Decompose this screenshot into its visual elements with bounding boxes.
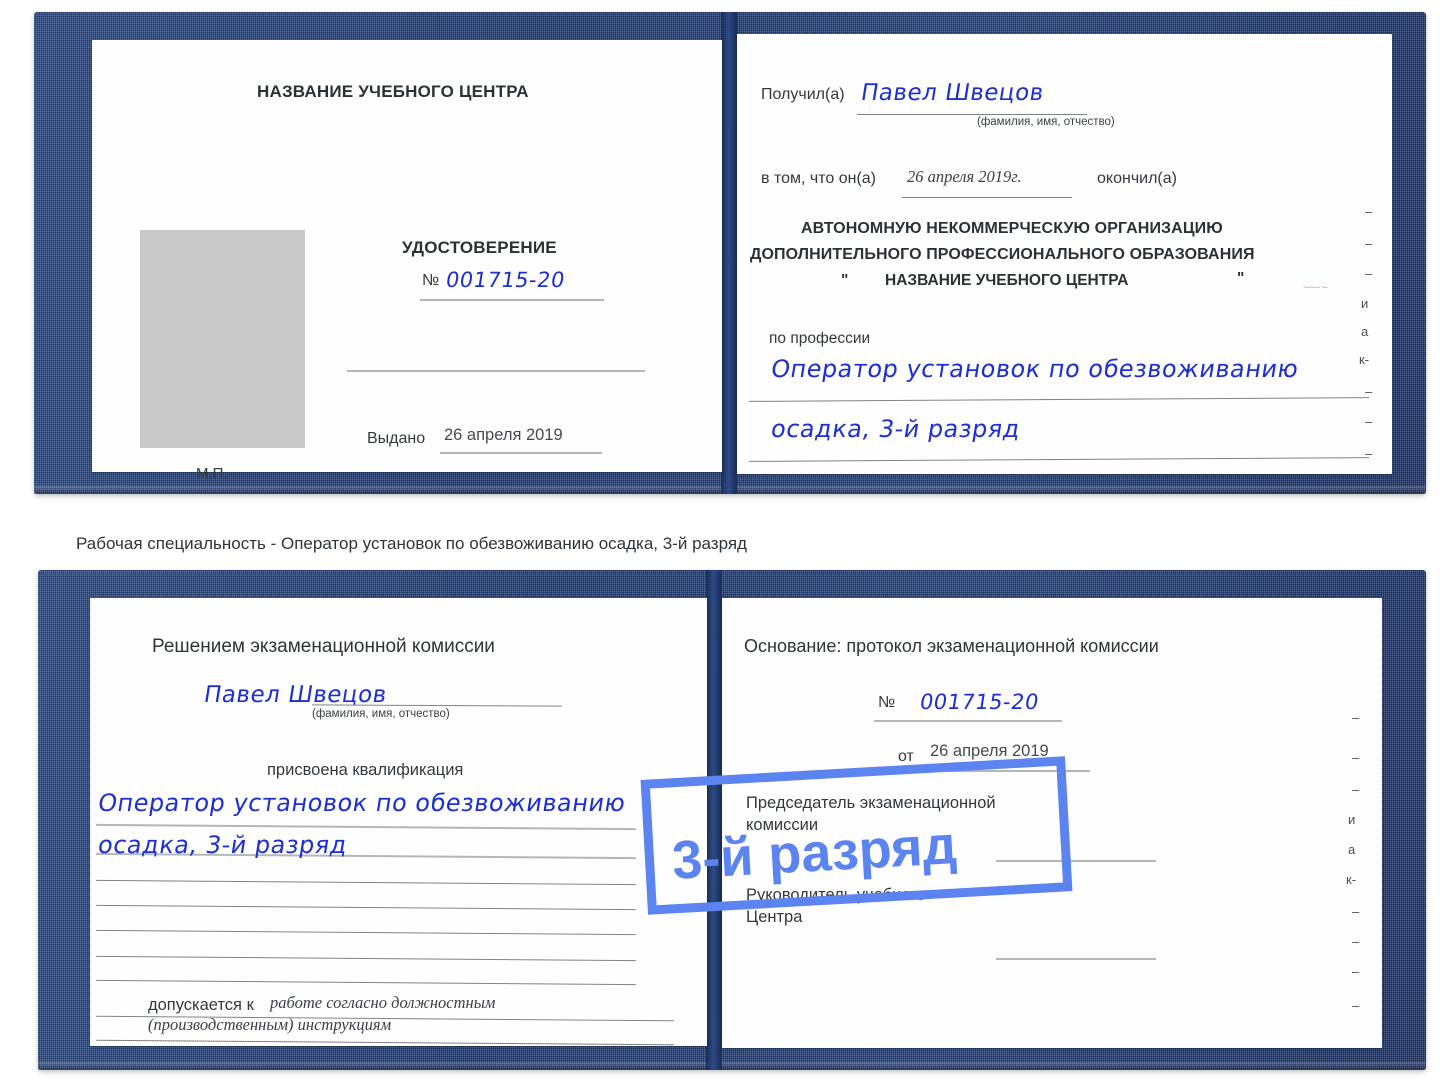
certificate-top-left-page: НАЗВАНИЕ УЧЕБНОГО ЦЕНТРА УДОСТОВЕРЕНИЕ №… (92, 40, 722, 482)
protocol-number-rule (874, 720, 1062, 722)
blank-line-2 (96, 904, 636, 911)
qual-rule-1 (96, 823, 636, 831)
blank-line-1 (96, 879, 636, 886)
decision-title: Решением экзаменационной комиссии (152, 636, 495, 657)
head-line-2: Центра (746, 908, 803, 926)
blank-rule-1 (347, 370, 645, 372)
head-signature-rule (996, 958, 1156, 960)
protocol-from-label: от (898, 748, 914, 765)
profession-rule-1 (749, 397, 1369, 402)
admitted-rule-2 (96, 1039, 674, 1046)
issued-value: 26 апреля 2019 (444, 426, 563, 444)
blank-line-3 (96, 929, 636, 936)
caption-text: Рабочая специальность - Оператор установ… (76, 534, 747, 553)
completion-date: 26 апреля 2019г. (907, 167, 1022, 186)
qualification-line-2: осадка, 3-й разряд (96, 831, 350, 859)
finished-label: окончил(а) (1097, 170, 1177, 187)
screenshot-root: НАЗВАНИЕ УЧЕБНОГО ЦЕНТРА УДОСТОВЕРЕНИЕ №… (0, 0, 1448, 1085)
certificate-top-right-page: Получил(а) Павел Швецов (фамилия, имя, о… (737, 34, 1392, 474)
certificate-bottom-left-page: Решением экзаменационной комиссии Павел … (90, 598, 707, 1046)
received-value: Павел Швецов (859, 80, 1046, 106)
org-line-1: АВТОНОМНУЮ НЕКОММЕРЧЕСКУЮ ОРГАНИЗАЦИЮ (801, 220, 1223, 237)
profession-line-1: Оператор установок по обезвоживанию (769, 355, 1301, 383)
number-value: 001715-20 (444, 268, 567, 292)
basis-label: Основание: протокол экзаменационной коми… (744, 636, 1159, 656)
training-center-title: НАЗВАНИЕ УЧЕБНОГО ЦЕНТРА (257, 82, 529, 101)
fio-hint-bottom: (фамилия, имя, отчество) (312, 708, 450, 720)
protocol-number-label: № (878, 694, 896, 711)
seal-label: М.П. (196, 465, 228, 482)
admitted-line-1: работе согласно должностным (270, 993, 496, 1012)
certificate-top: НАЗВАНИЕ УЧЕБНОГО ЦЕНТРА УДОСТОВЕРЕНИЕ №… (34, 12, 1426, 494)
pink-smudge: ~~~ ~ (1303, 282, 1328, 294)
received-label: Получил(а) (761, 86, 845, 103)
issued-label: Выдано (367, 430, 426, 447)
blank-line-4 (96, 955, 636, 962)
org-quote-open: " (841, 272, 849, 289)
issued-rule (440, 452, 602, 454)
org-quote-close: " (1237, 270, 1245, 287)
fio-hint: (фамилия, имя, отчество) (977, 116, 1115, 128)
number-label: № (422, 272, 440, 289)
admitted-line-2: (производственным) инструкциям (148, 1015, 392, 1034)
profession-rule-2 (749, 457, 1369, 462)
blank-line-5 (96, 979, 636, 986)
profession-line-2: осадка, 3-й разряд (769, 415, 1023, 443)
admitted-label: допускается к (148, 996, 254, 1014)
photo-placeholder (140, 230, 305, 448)
org-line-3: НАЗВАНИЕ УЧЕБНОГО ЦЕНТРА (885, 272, 1129, 289)
profession-label: по профессии (769, 330, 871, 347)
org-line-2: ДОПОЛНИТЕЛЬНОГО ПРОФЕССИОНАЛЬНОГО ОБРАЗО… (750, 246, 1255, 263)
document-title: УДОСТОВЕРЕНИЕ (402, 238, 557, 257)
certificate-top-spine (721, 12, 737, 494)
received-rule (857, 114, 1087, 115)
qualification-line-1: Оператор установок по обезвоживанию (96, 789, 628, 817)
number-rule (420, 299, 604, 301)
completion-date-rule (902, 197, 1072, 198)
qualification-label: присвоена квалификация (267, 761, 464, 779)
protocol-number-value: 001715-20 (918, 690, 1041, 714)
in-that-label: в том, что он(а) (761, 170, 876, 187)
